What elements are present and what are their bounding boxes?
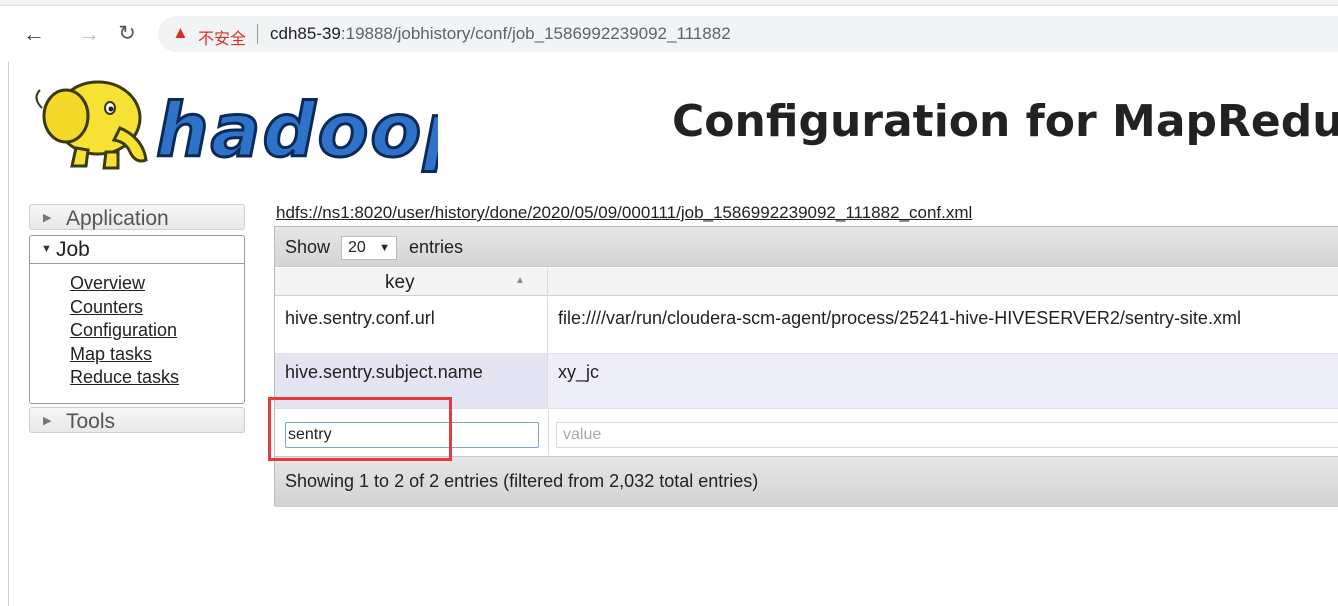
column-header-key-label: key (385, 272, 415, 293)
column-header-value[interactable] (548, 268, 1338, 296)
key-filter-input[interactable] (285, 422, 539, 448)
sidebar-link-configuration[interactable]: Configuration (70, 319, 179, 343)
sidebar-link-reduce-tasks[interactable]: Reduce tasks (70, 366, 179, 390)
column-header-key[interactable]: key ▲ (275, 268, 548, 296)
forward-arrow-icon[interactable]: → (77, 22, 101, 46)
address-separator (257, 24, 258, 44)
table-info-text: Showing 1 to 2 of 2 entries (filtered fr… (285, 471, 759, 491)
url-text[interactable]: cdh85-39:19888/jobhistory/conf/job_15869… (270, 24, 731, 44)
table-info-bar: Showing 1 to 2 of 2 entries (filtered fr… (275, 456, 1338, 507)
back-arrow-icon[interactable]: ← (22, 22, 46, 46)
entries-select[interactable]: 20 ▼ (341, 236, 397, 260)
triangle-right-icon: ▶ (43, 212, 52, 224)
logo-wordmark: hadoop (156, 88, 438, 173)
not-secure-label[interactable]: 不安全 (198, 25, 246, 49)
elephant-icon (35, 80, 148, 170)
sidebar-link-counters[interactable]: Counters (70, 296, 179, 320)
job-links: Overview Counters Configuration Map task… (70, 272, 179, 390)
triangle-right-icon: ▶ (43, 415, 52, 427)
row-value: file:////var/run/cloudera-scm-agent/proc… (558, 308, 1241, 328)
table-length-bar: Show 20 ▼ entries (275, 227, 1338, 267)
sort-ascending-icon: ▲ (515, 275, 525, 286)
show-label: Show (285, 237, 331, 257)
triangle-down-icon: ▼ (41, 243, 52, 255)
column-filter-row (275, 410, 1338, 455)
entries-label: entries (409, 237, 464, 257)
sidebar-section-application[interactable]: ▶ Application (29, 204, 245, 230)
row-key: hive.sentry.subject.name (285, 362, 483, 382)
tab-strip-edge (0, 0, 1338, 6)
reload-icon[interactable]: ↻ (115, 22, 139, 46)
browser-toolbar: ← → ↻ ▲ 不安全 cdh85-39:19888/jobhistory/co… (0, 0, 1338, 62)
filter-cell-divider (548, 410, 549, 455)
url-path: :19888/jobhistory/conf/job_1586992239092… (340, 24, 731, 43)
page-frame-rule (8, 62, 9, 606)
conf-file-link[interactable]: hdfs://ns1:8020/user/history/done/2020/0… (276, 203, 972, 223)
url-host: cdh85-39 (270, 24, 341, 43)
dropdown-arrow-icon: ▼ (379, 242, 390, 254)
sidebar-section-job: ▼ Job Overview Counters Configuration Ma… (29, 235, 245, 404)
sidebar-section-label: Application (66, 207, 169, 230)
sidebar-section-label: Tools (66, 410, 116, 433)
address-bar[interactable]: ▲ 不安全 cdh85-39:19888/jobhistory/conf/job… (158, 16, 1338, 52)
row-value: xy_jc (558, 362, 600, 382)
sidebar-section-tools[interactable]: ▶ Tools (29, 407, 245, 433)
value-filter-input[interactable] (556, 422, 1338, 448)
table-row: hive.sentry.conf.url file:////var/run/cl… (275, 297, 1338, 354)
sidebar-section-label: Job (56, 238, 90, 261)
table-row: hive.sentry.subject.name xy_jc (275, 354, 1338, 409)
table-header-row: key ▲ (275, 268, 1338, 296)
hadoop-logo: hadoop (35, 80, 438, 173)
sidebar-link-map-tasks[interactable]: Map tasks (70, 343, 179, 367)
page-title: Configuration for MapRedu (672, 96, 1338, 147)
warning-icon[interactable]: ▲ (172, 24, 190, 42)
entries-select-value: 20 (348, 239, 366, 256)
sidebar-link-overview[interactable]: Overview (70, 272, 179, 296)
row-key: hive.sentry.conf.url (285, 308, 435, 328)
config-table: Show 20 ▼ entries key ▲ hive.sentry.conf… (274, 226, 1338, 507)
sidebar-section-job-header[interactable]: ▼ Job (30, 236, 244, 264)
